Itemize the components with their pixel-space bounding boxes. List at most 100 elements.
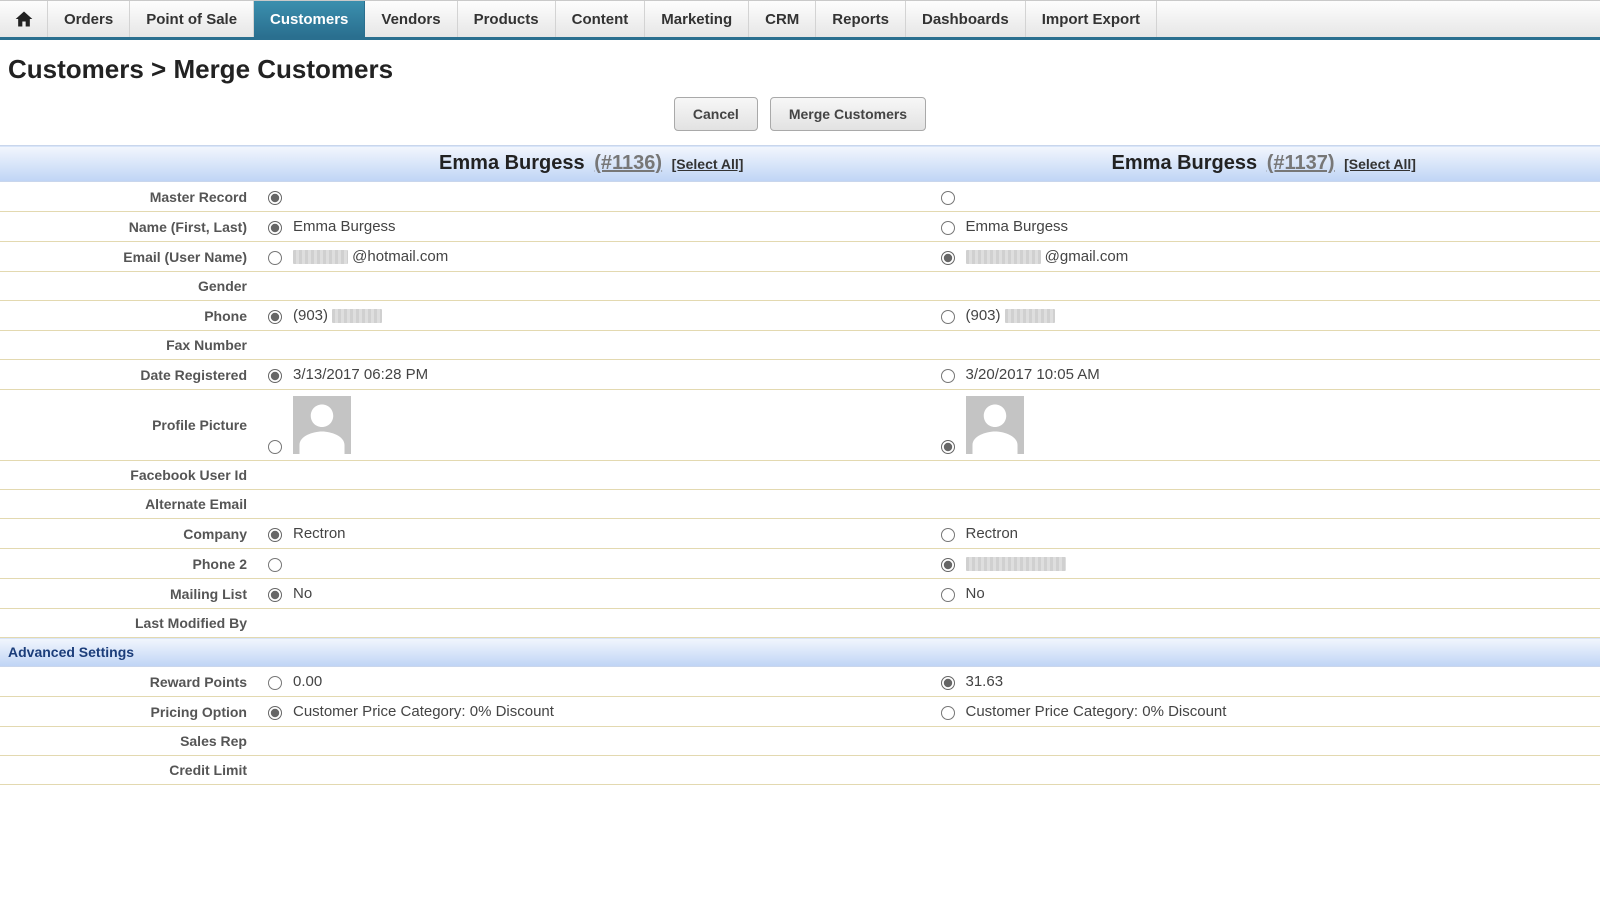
value-company-0: Rectron — [293, 525, 346, 542]
row-master_record: Master Record — [0, 182, 1600, 212]
radio-email-1[interactable] — [941, 251, 955, 265]
row-pricing_option: Pricing Option Customer Price Category: … — [0, 697, 1600, 727]
nav-item-point-of-sale[interactable]: Point of Sale — [130, 1, 254, 37]
radio-company-1[interactable] — [941, 528, 955, 542]
radio-profile_picture-1[interactable] — [941, 440, 955, 454]
page-title: Customers > Merge Customers — [0, 40, 1600, 95]
value-email-0: @hotmail.com — [293, 248, 448, 265]
row-label-name: Name (First, Last) — [0, 212, 255, 242]
radio-mailing_list-1[interactable] — [941, 588, 955, 602]
nav-item-customers[interactable]: Customers — [254, 1, 365, 37]
customer-1-name: Emma Burgess — [439, 152, 585, 174]
radio-phone-0[interactable] — [268, 310, 282, 324]
customer-2-id-link[interactable]: (#1137) — [1267, 152, 1335, 174]
radio-master_record-0[interactable] — [268, 191, 282, 205]
radio-phone-1[interactable] — [941, 310, 955, 324]
radio-email-0[interactable] — [268, 251, 282, 265]
radio-reward_points-0[interactable] — [268, 676, 282, 690]
radio-master_record-1[interactable] — [941, 191, 955, 205]
row-email: Email (User Name) @hotmail.com @gmail.co… — [0, 242, 1600, 272]
radio-phone2-0[interactable] — [268, 558, 282, 572]
customer-header-2: Emma Burgess (#1137) [Select All] — [936, 152, 1593, 175]
value-reward_points-1: 31.63 — [966, 673, 1004, 690]
merge-table: Emma Burgess (#1136) [Select All] Emma B… — [0, 145, 1600, 785]
row-label-alt_email: Alternate Email — [0, 490, 255, 519]
row-label-phone2: Phone 2 — [0, 549, 255, 579]
value-company-1: Rectron — [966, 525, 1019, 542]
avatar-placeholder — [293, 396, 351, 454]
nav-item-products[interactable]: Products — [458, 1, 556, 37]
radio-pricing_option-0[interactable] — [268, 706, 282, 720]
row-gender: Gender — [0, 272, 1600, 301]
nav-item-vendors[interactable]: Vendors — [365, 1, 457, 37]
row-label-sales_rep: Sales Rep — [0, 727, 255, 756]
value-mailing_list-1: No — [966, 585, 985, 602]
row-reward_points: Reward Points 0.00 31.63 — [0, 667, 1600, 697]
row-phone: Phone (903) (903) — [0, 301, 1600, 331]
row-label-facebook_id: Facebook User Id — [0, 461, 255, 490]
nav-item-crm[interactable]: CRM — [749, 1, 816, 37]
customer-1-id-link[interactable]: (#1136) — [594, 152, 662, 174]
row-label-last_modified: Last Modified By — [0, 609, 255, 638]
row-profile_picture: Profile Picture — [0, 390, 1600, 461]
radio-name-0[interactable] — [268, 221, 282, 235]
row-label-fax: Fax Number — [0, 331, 255, 360]
merge-button[interactable]: Merge Customers — [770, 97, 926, 131]
customer-2-id: (#1137) — [1267, 152, 1340, 174]
section-advanced-label: Advanced Settings — [8, 644, 134, 660]
redacted — [1005, 309, 1055, 323]
nav-home[interactable] — [0, 1, 48, 37]
row-date_registered: Date Registered 3/13/2017 06:28 PM 3/20/… — [0, 360, 1600, 390]
redacted — [293, 250, 348, 264]
row-credit_limit: Credit Limit — [0, 756, 1600, 785]
radio-reward_points-1[interactable] — [941, 676, 955, 690]
value-date_registered-1: 3/20/2017 10:05 AM — [966, 366, 1100, 383]
row-label-master_record: Master Record — [0, 182, 255, 212]
value-date_registered-0: 3/13/2017 06:28 PM — [293, 366, 428, 383]
radio-pricing_option-1[interactable] — [941, 706, 955, 720]
row-phone2: Phone 2 — [0, 549, 1600, 579]
redacted — [966, 557, 1066, 571]
radio-company-0[interactable] — [268, 528, 282, 542]
row-sales_rep: Sales Rep — [0, 727, 1600, 756]
radio-mailing_list-0[interactable] — [268, 588, 282, 602]
radio-phone2-1[interactable] — [941, 558, 955, 572]
select-all-1[interactable]: [Select All] — [672, 156, 744, 172]
nav-item-reports[interactable]: Reports — [816, 1, 906, 37]
row-label-pricing_option: Pricing Option — [0, 697, 255, 727]
customer-1-id: (#1136) — [594, 152, 667, 174]
row-label-mailing_list: Mailing List — [0, 579, 255, 609]
row-label-reward_points: Reward Points — [0, 667, 255, 697]
radio-date_registered-1[interactable] — [941, 369, 955, 383]
row-label-company: Company — [0, 519, 255, 549]
row-label-phone: Phone — [0, 301, 255, 331]
radio-name-1[interactable] — [941, 221, 955, 235]
nav-item-import-export[interactable]: Import Export — [1026, 1, 1157, 37]
nav-item-orders[interactable]: Orders — [48, 1, 130, 37]
nav-item-content[interactable]: Content — [556, 1, 646, 37]
value-name-1: Emma Burgess — [966, 218, 1069, 235]
customer-2-name: Emma Burgess — [1112, 152, 1258, 174]
row-company: Company Rectron Rectron — [0, 519, 1600, 549]
radio-date_registered-0[interactable] — [268, 369, 282, 383]
nav-item-dashboards[interactable]: Dashboards — [906, 1, 1026, 37]
row-label-email: Email (User Name) — [0, 242, 255, 272]
row-label-gender: Gender — [0, 272, 255, 301]
redacted — [966, 250, 1041, 264]
home-icon — [14, 9, 34, 29]
row-label-profile_picture: Profile Picture — [0, 390, 255, 461]
value-phone-0: (903) — [293, 307, 382, 324]
row-label-date_registered: Date Registered — [0, 360, 255, 390]
value-phone2-1 — [966, 555, 1066, 572]
row-mailing_list: Mailing List No No — [0, 579, 1600, 609]
select-all-2[interactable]: [Select All] — [1344, 156, 1416, 172]
nav-item-marketing[interactable]: Marketing — [645, 1, 749, 37]
cancel-button[interactable]: Cancel — [674, 97, 758, 131]
customer-header-1: Emma Burgess (#1136) [Select All] — [263, 152, 920, 175]
customer-header-row: Emma Burgess (#1136) [Select All] Emma B… — [0, 146, 1600, 182]
radio-profile_picture-0[interactable] — [268, 440, 282, 454]
row-facebook_id: Facebook User Id — [0, 461, 1600, 490]
row-alt_email: Alternate Email — [0, 490, 1600, 519]
value-name-0: Emma Burgess — [293, 218, 396, 235]
top-nav: OrdersPoint of SaleCustomersVendorsProdu… — [0, 0, 1600, 40]
